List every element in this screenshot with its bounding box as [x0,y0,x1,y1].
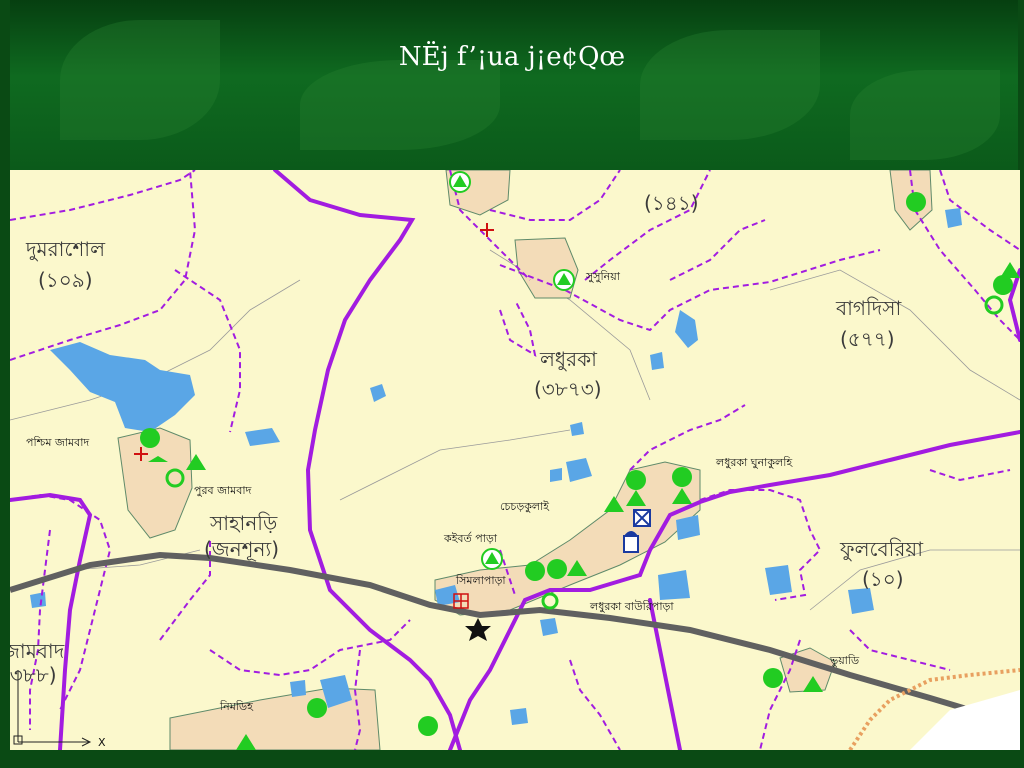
star-icon [465,618,491,641]
slide-header: NËj f’¡ua j¡e¢Qœ [0,0,1024,170]
region-name-sahanri: সাহানড়ি [209,511,278,535]
pond [510,708,528,725]
frame-bottom [0,750,1024,768]
dashed-path [29,529,51,730]
region-count-left-edge: (৩৮৮) [10,663,57,687]
region-count-bagdisa: (৫৭৭) [840,327,895,351]
dashed-path [669,219,766,281]
pond [550,468,562,482]
dashed-path [699,489,822,601]
green-circle-icon [672,467,692,487]
village-label-nimdih: নিমডিহ [219,700,254,713]
lake [50,342,195,432]
boundary-line [339,429,571,501]
region-name-fulberia: ফুলবেরিয়া [839,537,924,561]
pond [848,588,874,614]
green-circle-icon [418,716,438,736]
region-count-top-mid: (১৪১) [644,191,699,215]
school-icon [623,531,639,553]
main-road [273,170,462,750]
region-name-ladhurka: লধুরকা [539,347,598,371]
green-circle-icon [906,192,926,212]
pond [658,570,690,600]
leaf-decoration [300,60,500,150]
green-circle-icon [547,559,567,579]
green-triangle-icon [1000,262,1020,278]
dashed-path [209,619,411,677]
map-canvas: X দুমরাশোল (১০৯) বাগদিসা (৫৭৭) লধুরকা (৩… [10,170,1020,750]
pond [245,428,280,446]
dashed-path [929,469,1011,482]
region-count-dumrashol: (১০৯) [38,268,93,292]
frame-left [0,0,10,768]
village-label-purba-jambad: পুরব জামবাদ [194,484,252,497]
green-ring-icon [541,592,559,610]
axis-x-label: X [98,736,106,749]
pond [290,680,306,697]
green-circle-icon [626,470,646,490]
dashed-path [584,170,711,281]
village-map: X দুমরাশোল (১০৯) বাগদিসা (৫৭৭) লধুরকা (৩… [10,170,1020,750]
region-count-fulberia: (১০) [862,567,904,591]
green-circle-icon [763,668,783,688]
pond [370,384,386,402]
post-office-icon [633,509,651,527]
pond [570,422,584,436]
region-name-dumrashol: দুমরাশোল [25,237,106,261]
pond [945,208,962,228]
village-label-ladhurka-bauripara: লধুরকা বাউরিপাড়া [589,600,674,613]
village-label-chechhrakulhi: চেচড়কুলাই [500,500,550,513]
red-cross-icon [480,223,494,237]
dashed-path [499,299,537,358]
village-label-bhuyadi: ভুয়াডি [829,654,860,667]
region-name-left-edge: জামবাদ [10,639,65,663]
village-label-ladhurka-ghunakulhi: লধুরকা ঘুনাকুলহি [715,456,793,469]
village-label-susunia: সুসুনিয়া [585,270,621,283]
dashed-path [10,170,197,361]
region-name-bagdisa: বাগদিসা [835,296,902,320]
green-circle-icon [307,698,327,718]
pond [675,310,698,348]
village-label-simlapara: সিমলাপাড়া [455,574,506,587]
main-road [638,430,1020,577]
pond [566,458,592,482]
region-count-ladhurka: (৩৮৭৩) [534,377,602,401]
green-circle-icon [525,561,545,581]
pond [765,565,792,595]
green-circle-icon [140,428,160,448]
region-count-sahanri: (জনশূন্য) [204,537,279,561]
pond [540,618,558,636]
leaf-decoration [850,70,1000,160]
pond [30,592,46,608]
dashed-path [849,629,951,671]
slide-title: NËj f’¡ua j¡e¢Qœ [398,42,626,72]
boundary-line [769,269,1020,401]
pond [650,352,664,370]
village-label-kaibartapara: কইবর্ত পাড়া [443,532,498,545]
leaf-decoration [60,20,220,140]
dashed-path [10,170,196,221]
dashed-path [569,659,621,750]
village-label-paschim-jambad: পশ্চিম জামবাদ [26,436,89,449]
